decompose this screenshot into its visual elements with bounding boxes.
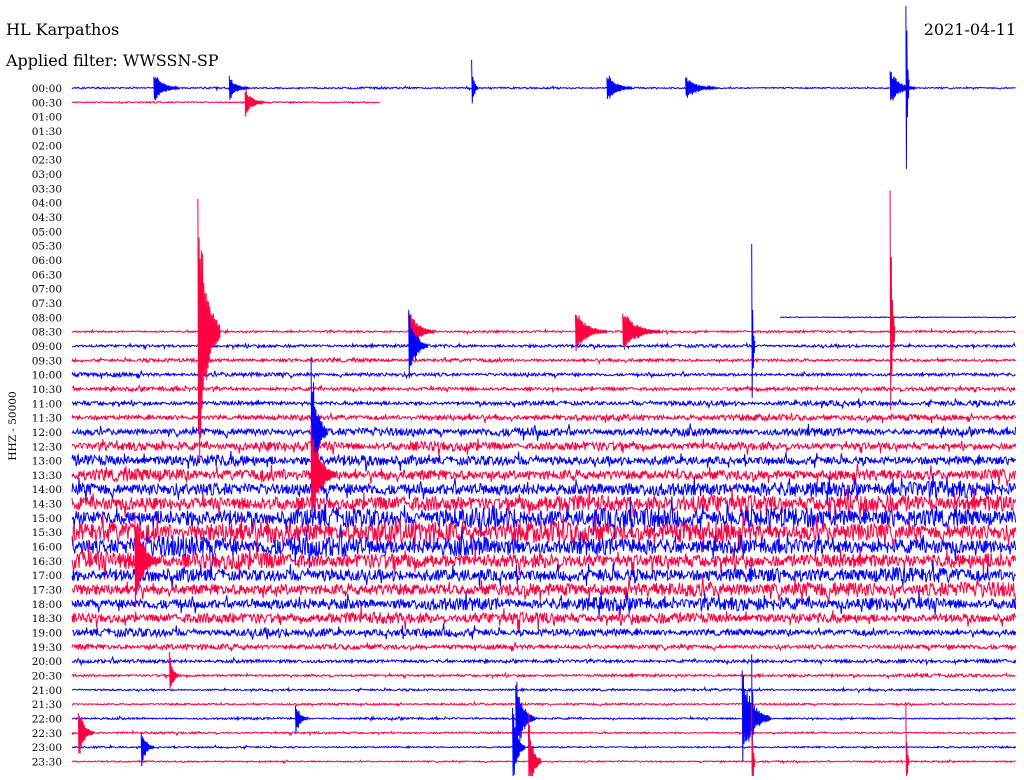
trace-2030 bbox=[71, 671, 1016, 680]
trace-2200 bbox=[71, 714, 1016, 722]
row-time-labels: 00:00 00:30 01:00 01:30 02:00 02:30 03:00 03:30… bbox=[32, 83, 62, 769]
trace-1830 bbox=[71, 606, 1017, 631]
chart-date: 2021-04-11 bbox=[924, 20, 1016, 39]
row-label-1500: 15:00 bbox=[32, 513, 62, 525]
trace-1200 bbox=[71, 423, 1017, 441]
trace-1300 bbox=[71, 450, 1017, 472]
row-label-1600: 16:00 bbox=[32, 542, 62, 554]
row-label-1100: 11:00 bbox=[32, 398, 62, 410]
trace-2000 bbox=[71, 655, 1017, 667]
row-label-0030: 00:30 bbox=[32, 97, 62, 109]
row-label-0130: 01:30 bbox=[32, 126, 62, 138]
row-label-0800: 08:00 bbox=[32, 312, 62, 324]
trace-2130 bbox=[71, 700, 1016, 708]
row-label-0530: 05:30 bbox=[32, 241, 62, 253]
trace-1330 bbox=[71, 463, 1017, 487]
row-label-1000: 10:00 bbox=[32, 370, 62, 382]
row-label-0930: 09:30 bbox=[32, 355, 62, 367]
event-0000-2 bbox=[471, 59, 479, 104]
row-label-0400: 04:00 bbox=[32, 198, 62, 210]
event-2330-28 bbox=[905, 701, 910, 777]
event-0830-8 bbox=[197, 198, 221, 462]
trace-1130 bbox=[71, 412, 1017, 424]
row-label-1930: 19:30 bbox=[32, 642, 62, 654]
row-label-2230: 22:30 bbox=[32, 728, 62, 740]
station-title: HL Karpathos bbox=[6, 20, 119, 39]
row-label-1530: 15:30 bbox=[32, 527, 62, 539]
row-label-0000: 00:00 bbox=[32, 83, 62, 95]
row-label-0830: 08:30 bbox=[32, 327, 62, 339]
trace-2100 bbox=[71, 685, 1016, 694]
row-label-0330: 03:30 bbox=[32, 183, 62, 195]
row-label-0430: 04:30 bbox=[32, 212, 62, 224]
row-label-0730: 07:30 bbox=[32, 298, 62, 310]
event-0000-3 bbox=[606, 75, 633, 99]
row-label-1130: 11:30 bbox=[32, 413, 62, 425]
row-label-0900: 09:00 bbox=[32, 341, 62, 353]
event-0830-11 bbox=[622, 313, 661, 350]
row-label-0500: 05:00 bbox=[32, 226, 62, 238]
trace-0930 bbox=[71, 356, 1016, 366]
row-label-2130: 21:30 bbox=[32, 699, 62, 711]
filter-label: Applied filter: WWSSN-SP bbox=[5, 51, 219, 70]
event-0830-12 bbox=[889, 190, 896, 411]
trace-2230 bbox=[71, 729, 1016, 737]
event-2030-18 bbox=[169, 651, 180, 690]
trace-1000 bbox=[71, 370, 1016, 380]
row-label-1830: 18:30 bbox=[32, 613, 62, 625]
row-label-0100: 01:00 bbox=[32, 112, 62, 124]
row-label-2000: 20:00 bbox=[32, 656, 62, 668]
row-label-1900: 19:00 bbox=[32, 628, 62, 640]
row-label-1800: 18:00 bbox=[32, 599, 62, 611]
row-label-1400: 14:00 bbox=[32, 484, 62, 496]
row-label-1630: 16:30 bbox=[32, 556, 62, 568]
trace-1230 bbox=[71, 435, 1017, 457]
event-0030-7 bbox=[244, 88, 265, 117]
row-label-0700: 07:00 bbox=[32, 284, 62, 296]
row-label-2300: 23:00 bbox=[32, 742, 62, 754]
trace-2330 bbox=[71, 758, 1016, 765]
event-2200-19 bbox=[294, 705, 309, 733]
trace-0800 bbox=[779, 315, 1016, 319]
row-label-0600: 06:00 bbox=[32, 255, 62, 267]
row-label-1330: 13:30 bbox=[32, 470, 62, 482]
event-0000-6 bbox=[905, 5, 910, 169]
row-label-2330: 23:30 bbox=[32, 757, 62, 769]
row-label-1730: 17:30 bbox=[32, 585, 62, 597]
row-label-0230: 02:30 bbox=[32, 155, 62, 167]
trace-2300 bbox=[71, 744, 1017, 751]
row-label-1030: 10:30 bbox=[32, 384, 62, 396]
row-label-0300: 03:00 bbox=[32, 169, 62, 181]
row-label-1430: 14:30 bbox=[32, 499, 62, 511]
trace-1900 bbox=[71, 623, 1017, 640]
row-label-1230: 12:30 bbox=[32, 441, 62, 453]
row-label-0200: 02:00 bbox=[32, 140, 62, 152]
trace-1930 bbox=[71, 642, 1017, 653]
y-axis-label: HHZ - 50000 bbox=[7, 391, 19, 460]
row-label-2030: 20:30 bbox=[32, 671, 62, 683]
event-0000-0 bbox=[153, 76, 180, 101]
trace-0030 bbox=[71, 100, 381, 105]
trace-1100 bbox=[71, 398, 1016, 410]
seismic-traces bbox=[71, 85, 1017, 765]
event-0000-4 bbox=[685, 77, 718, 98]
helicorder-plot: HL Karpathos 2021-04-11 Applied filter: … bbox=[5, 5, 1017, 777]
row-label-2200: 22:00 bbox=[32, 714, 62, 726]
trace-1030 bbox=[72, 384, 1016, 395]
trace-0000 bbox=[71, 85, 1016, 92]
row-label-1300: 13:00 bbox=[32, 456, 62, 468]
row-label-1200: 12:00 bbox=[32, 427, 62, 439]
event-2200-21 bbox=[741, 670, 772, 762]
row-label-1700: 17:00 bbox=[32, 570, 62, 582]
row-label-0630: 06:30 bbox=[32, 269, 62, 281]
row-label-2100: 21:00 bbox=[32, 685, 62, 697]
event-0000-5 bbox=[889, 71, 916, 101]
